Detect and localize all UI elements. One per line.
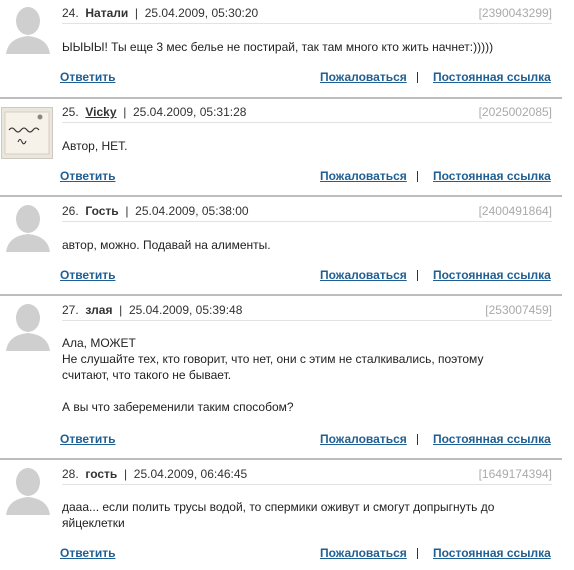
header-separator: | — [120, 467, 131, 481]
comment-header: 25. Vicky | 25.04.2009, 05:31:28 [202500… — [62, 104, 552, 123]
comment-date: 25.04.2009, 05:30:20 — [144, 6, 259, 20]
action-separator — [417, 434, 418, 445]
header-separator: | — [131, 6, 142, 20]
user-silhouette-icon — [6, 468, 50, 515]
complain-link[interactable]: Пожаловаться — [320, 546, 407, 560]
comment-date: 25.04.2009, 05:31:28 — [133, 105, 247, 119]
comment-header: 26. Гость | 25.04.2009, 05:38:00 [240049… — [62, 203, 552, 222]
complain-link[interactable]: Пожаловаться — [320, 70, 407, 84]
comment-divider — [0, 458, 562, 460]
comment-header: 24. Натали | 25.04.2009, 05:30:20 [23900… — [62, 5, 552, 24]
permalink-link[interactable]: Постоянная ссылка — [433, 546, 551, 560]
comment-text: Ала, МОЖЕТ Не слушайте тех, кто говорит,… — [62, 336, 484, 414]
reply-link[interactable]: Ответить — [60, 70, 115, 84]
complain-link[interactable]: Пожаловаться — [320, 268, 407, 282]
comment-text: Автор, НЕТ. — [62, 139, 128, 153]
author-nick[interactable]: Натали — [85, 6, 128, 20]
comment-date: 25.04.2009, 05:38:00 — [135, 204, 249, 218]
comment-date: 25.04.2009, 06:46:45 — [133, 467, 248, 481]
avatar[interactable] — [4, 463, 52, 515]
permalink-link[interactable]: Постоянная ссылка — [433, 268, 551, 282]
comment-number: 27. — [62, 303, 79, 317]
permalink-link[interactable]: Постоянная ссылка — [433, 70, 551, 84]
handwritten-note-avatar-icon — [2, 108, 52, 158]
comment-number: 25. — [62, 105, 79, 119]
author-nick[interactable]: Гость — [85, 204, 118, 218]
avatar[interactable] — [1, 107, 53, 159]
author-nick[interactable]: гость — [85, 467, 117, 481]
reply-link[interactable]: Ответить — [60, 268, 115, 282]
user-silhouette-icon — [6, 304, 50, 351]
comment-date: 25.04.2009, 05:39:48 — [128, 303, 243, 317]
user-silhouette-icon — [6, 7, 50, 54]
reply-link[interactable]: Ответить — [60, 432, 115, 446]
header-separator: | — [122, 204, 132, 218]
avatar[interactable] — [4, 200, 52, 252]
comment-number: 28. — [62, 467, 79, 481]
action-separator — [417, 548, 418, 559]
user-silhouette-icon — [6, 205, 50, 252]
post-id: [2025002085] — [478, 105, 552, 119]
comment-divider — [0, 97, 562, 99]
post-id: [1649174394] — [478, 467, 552, 481]
action-separator — [417, 270, 418, 281]
comment-header: 28. гость | 25.04.2009, 06:46:45 [164917… — [62, 466, 552, 485]
avatar[interactable] — [4, 2, 52, 54]
comment-header: 27. злая | 25.04.2009, 05:39:48 [2530074… — [62, 302, 552, 321]
comment-text: ЫЫЫЫ! Ты еще 3 мес белье не постирай, та… — [62, 40, 494, 54]
comment-text: дааа... если полить трусы водой, то спер… — [62, 500, 495, 530]
comment-divider — [0, 195, 562, 197]
header-separator: | — [119, 105, 130, 119]
action-separator — [417, 171, 418, 182]
action-separator — [417, 72, 418, 83]
author-nick[interactable]: Vicky — [85, 105, 116, 119]
comment-number: 26. — [62, 204, 79, 218]
post-id: [253007459] — [485, 303, 552, 317]
comment-divider — [0, 294, 562, 296]
permalink-link[interactable]: Постоянная ссылка — [433, 432, 551, 446]
avatar[interactable] — [4, 299, 52, 351]
post-id: [2390043299] — [478, 6, 552, 20]
comment-number: 24. — [62, 6, 79, 20]
header-separator: | — [115, 303, 126, 317]
author-nick[interactable]: злая — [85, 303, 112, 317]
complain-link[interactable]: Пожаловаться — [320, 169, 407, 183]
reply-link[interactable]: Ответить — [60, 169, 115, 183]
permalink-link[interactable]: Постоянная ссылка — [433, 169, 551, 183]
reply-link[interactable]: Ответить — [60, 546, 115, 560]
comment-text: автор, можно. Подавай на алименты. — [62, 238, 271, 252]
complain-link[interactable]: Пожаловаться — [320, 432, 407, 446]
post-id: [2400491864] — [478, 204, 552, 218]
